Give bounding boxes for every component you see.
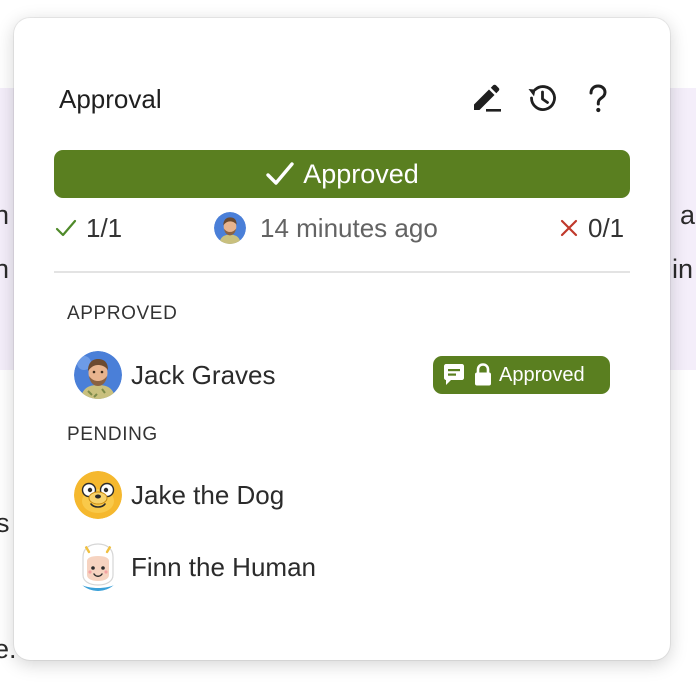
checkmark-icon [266, 162, 294, 185]
approved-badge-label: Approved [499, 363, 585, 386]
last-update: 14 minutes ago [214, 210, 438, 246]
avatar [74, 471, 122, 519]
popover-title: Approval [59, 84, 162, 114]
edit-button[interactable] [468, 80, 504, 116]
background-text: n [0, 200, 10, 230]
reviewer-approved-badge[interactable]: Approved [433, 356, 610, 394]
reviewer-name: Jake the Dog [131, 479, 285, 510]
help-button[interactable] [580, 80, 616, 116]
avatar [74, 543, 122, 591]
divider [54, 271, 630, 273]
finn-the-human-avatar-icon [74, 543, 122, 591]
history-icon [528, 85, 556, 111]
approved-count-text: 1/1 [86, 213, 123, 243]
avatar [74, 351, 122, 399]
pending-section-heading: PENDING [67, 424, 158, 445]
check-icon [55, 219, 77, 237]
background-text: n [0, 254, 10, 284]
avatar [214, 212, 246, 244]
rejected-count-text: 0/1 [588, 213, 625, 243]
reviewer-name: Finn the Human [131, 551, 316, 582]
reviewer-name: Jack Graves [131, 359, 276, 390]
approval-status-bar: Approved [54, 150, 630, 198]
jack-graves-avatar-icon [214, 212, 246, 244]
approval-popover: Approval Approved 1/1 14 minutes ago 0/1… [14, 18, 670, 660]
reviewer-row[interactable]: Jake the Dog [74, 470, 614, 520]
approved-section-heading: APPROVED [67, 303, 178, 324]
approval-status-label: Approved [303, 158, 419, 189]
background-text: a [680, 200, 696, 230]
jack-graves-avatar-icon [74, 351, 122, 399]
lock-icon [475, 363, 491, 386]
close-icon [560, 219, 578, 237]
jake-the-dog-avatar-icon [74, 471, 122, 519]
comment-icon [444, 364, 464, 385]
background-text: in [672, 254, 694, 284]
last-update-text: 14 minutes ago [260, 213, 438, 243]
reviewer-row[interactable]: Finn the Human [74, 542, 614, 592]
history-button[interactable] [524, 80, 560, 116]
pencil-icon [474, 84, 501, 112]
rejected-count: 0/1 [558, 210, 624, 246]
background-text: s [0, 508, 10, 538]
help-icon [589, 84, 607, 113]
approved-count: 1/1 [54, 210, 122, 246]
